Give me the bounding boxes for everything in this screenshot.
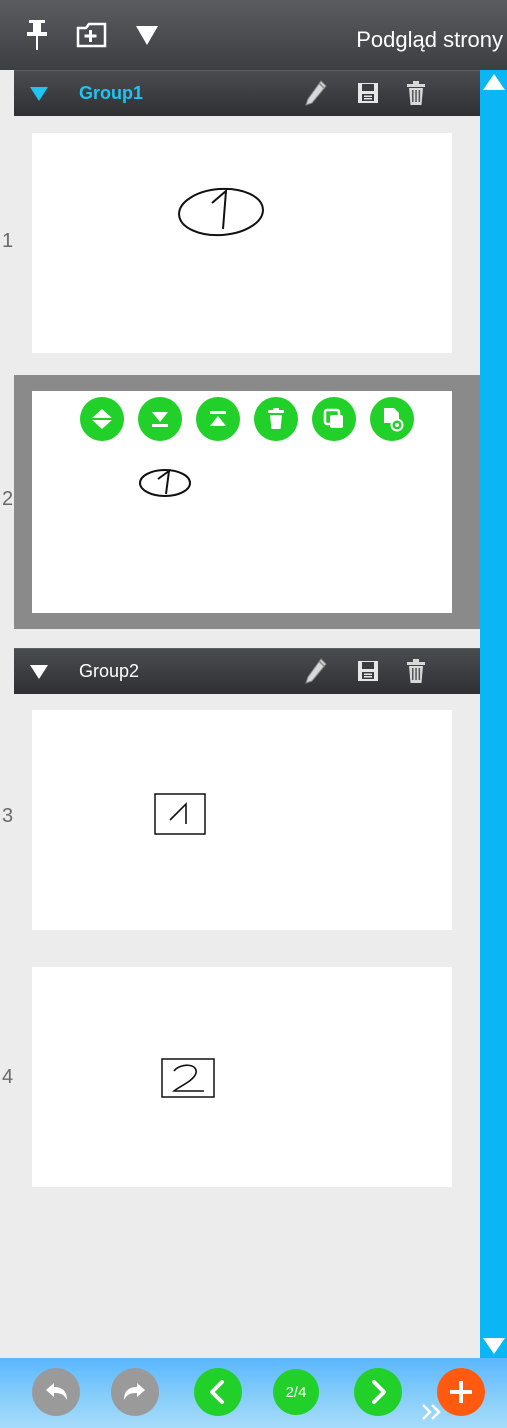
edit-icon[interactable] xyxy=(300,655,332,687)
group-name: Group1 xyxy=(79,83,144,103)
trash-icon[interactable] xyxy=(400,77,432,109)
move-to-top-icon[interactable] xyxy=(196,397,240,441)
group-header-group2[interactable]: Group2 xyxy=(14,648,480,694)
move-icon[interactable] xyxy=(80,397,124,441)
page-thumbnail-4[interactable] xyxy=(32,967,452,1187)
redo-icon[interactable] xyxy=(111,1368,159,1416)
vertical-scrollbar[interactable] xyxy=(480,70,507,1358)
trash-icon[interactable] xyxy=(400,655,432,687)
page-thumbnail-3[interactable] xyxy=(32,710,452,930)
collapse-arrow-icon[interactable] xyxy=(24,79,54,109)
move-to-bottom-icon[interactable] xyxy=(138,397,182,441)
scroll-down-arrow-icon[interactable] xyxy=(480,1334,507,1358)
dropdown-triangle-icon[interactable] xyxy=(130,0,164,70)
bottom-navigation-bar: 2/4 xyxy=(0,1358,507,1428)
save-icon[interactable] xyxy=(352,77,384,109)
group-header-group1[interactable]: Group1 xyxy=(14,70,480,116)
page-thumbnail-2-selected[interactable] xyxy=(14,375,480,629)
group-name: Group2 xyxy=(79,661,140,681)
page-list: Group1 1 2 Group2 3 4 xyxy=(2,70,480,1358)
top-toolbar: Podgląd strony xyxy=(0,0,507,70)
expand-chevrons-icon[interactable] xyxy=(418,1398,448,1426)
previous-icon[interactable] xyxy=(194,1368,242,1416)
undo-icon[interactable] xyxy=(32,1368,80,1416)
page-thumbnail-1[interactable] xyxy=(32,133,452,353)
collapse-arrow-icon[interactable] xyxy=(24,657,54,687)
next-icon[interactable] xyxy=(354,1368,402,1416)
pin-icon[interactable] xyxy=(22,0,52,70)
save-icon[interactable] xyxy=(352,655,384,687)
page-indicator: 2/4 xyxy=(273,1369,319,1415)
edit-icon[interactable] xyxy=(300,77,332,109)
handwriting-thumbnail xyxy=(178,187,264,237)
delete-icon[interactable] xyxy=(254,397,298,441)
add-page-icon[interactable] xyxy=(72,0,112,70)
page-settings-icon[interactable] xyxy=(370,397,414,441)
handwriting-thumbnail xyxy=(161,1058,215,1098)
scroll-up-arrow-icon[interactable] xyxy=(480,70,507,94)
handwriting-thumbnail xyxy=(154,793,206,835)
page-preview-title: Podgląd strony xyxy=(356,27,503,52)
duplicate-icon[interactable] xyxy=(312,397,356,441)
page-number: 4 xyxy=(2,1066,14,1088)
page-number: 1 xyxy=(2,230,14,252)
page-number: 2 xyxy=(2,488,14,510)
page-number: 3 xyxy=(2,805,14,827)
